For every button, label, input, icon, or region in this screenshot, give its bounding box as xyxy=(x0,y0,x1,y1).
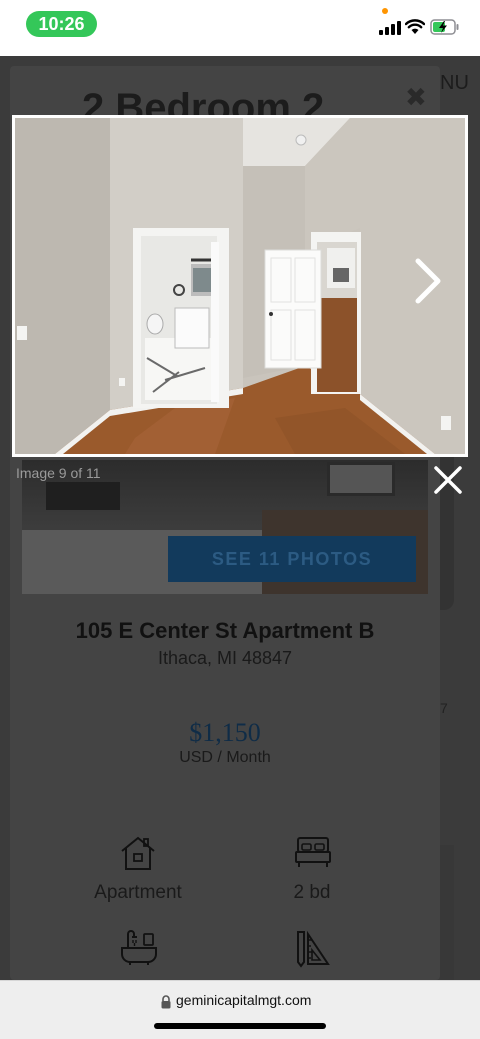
lock-icon xyxy=(161,995,171,1009)
privacy-indicator-dot xyxy=(382,8,388,14)
house-icon xyxy=(121,836,155,870)
browser-url-bar[interactable] xyxy=(0,980,480,1039)
listing-address-text: 105 E Center St Apartment B xyxy=(75,618,375,643)
feature-beds-label: 2 bd xyxy=(293,882,331,903)
close-lightbox-icon[interactable] xyxy=(430,462,466,498)
wifi-icon xyxy=(405,19,425,34)
gallery-photo[interactable] xyxy=(12,115,468,457)
background-number: 7 xyxy=(440,700,448,716)
listing-city: Ithaca, MI 48847 xyxy=(157,648,293,668)
image-counter: Image 9 of 11 xyxy=(16,465,101,481)
url-text[interactable]: geminicapitalmgt.com xyxy=(176,992,311,1008)
listing-price: $1,150 xyxy=(189,718,261,747)
background-card-edge xyxy=(440,845,454,980)
price-unit: USD / Month xyxy=(179,749,271,766)
see-photos-button[interactable]: SEE 11 PHOTOS xyxy=(168,536,416,582)
bed-icon xyxy=(295,837,331,867)
modal-close-icon[interactable]: ✖ xyxy=(405,82,427,113)
ruler-icon xyxy=(297,930,330,968)
signal-icon xyxy=(379,20,401,35)
next-image-arrow-icon[interactable] xyxy=(408,255,448,307)
menu-link[interactable]: NU xyxy=(440,72,469,95)
status-bar: 10:26 xyxy=(0,0,480,56)
battery-charging-icon xyxy=(430,19,459,35)
feature-type-label: Apartment xyxy=(94,882,182,903)
bath-icon xyxy=(121,930,157,965)
home-indicator[interactable] xyxy=(154,1023,326,1029)
room-photo xyxy=(15,118,465,454)
status-time: 10:26 xyxy=(26,11,97,37)
